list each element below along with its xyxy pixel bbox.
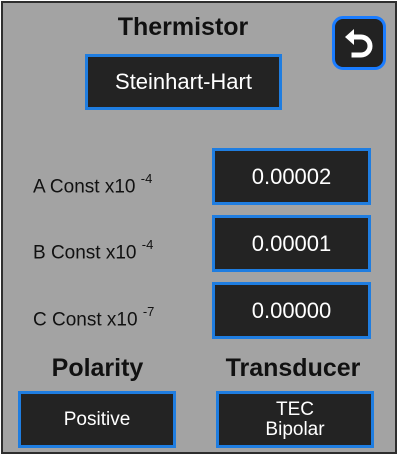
transducer-button[interactable]: TEC Bipolar — [216, 391, 374, 448]
b-const-exponent: -4 — [141, 237, 154, 252]
polarity-heading: Polarity — [51, 354, 144, 382]
b-const-label-text: B Const x10 — [33, 242, 137, 264]
transducer-line-1: TEC — [276, 398, 314, 420]
model-select-button[interactable]: Steinhart-Hart — [85, 54, 282, 110]
a-const-exponent: -4 — [140, 171, 153, 186]
b-const-field[interactable]: 0.00001 — [212, 215, 371, 272]
a-const-field[interactable]: 0.00002 — [212, 148, 371, 205]
transducer-line-2: Bipolar — [265, 418, 325, 440]
c-const-field[interactable]: 0.00000 — [212, 282, 371, 339]
transducer-heading: Transducer — [225, 354, 361, 382]
polarity-button[interactable]: Positive — [18, 391, 176, 448]
b-const-label: B Const x10 -4 — [33, 237, 208, 264]
return-arrow-icon — [345, 29, 373, 58]
c-const-label-text: C Const x10 — [33, 309, 138, 331]
c-const-exponent: -7 — [142, 304, 155, 319]
c-const-label: C Const x10 -7 — [33, 304, 208, 331]
a-const-label-text: A Const x10 — [33, 176, 136, 198]
page-title: Thermistor — [117, 13, 249, 41]
a-const-label: A Const x10 -4 — [33, 171, 208, 198]
thermistor-panel: Thermistor Steinhart-Hart A Const x10 -4… — [1, 1, 397, 454]
back-button[interactable] — [332, 16, 386, 70]
